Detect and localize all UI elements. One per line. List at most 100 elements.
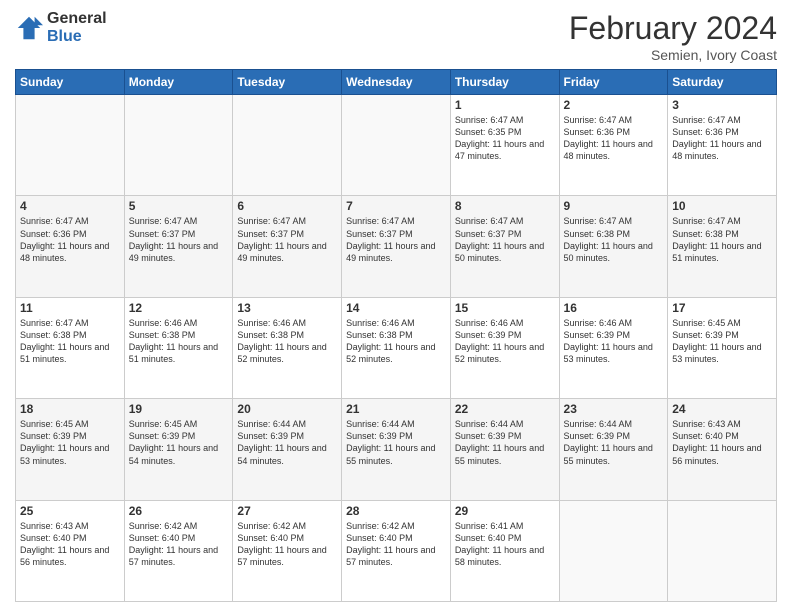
calendar-cell (668, 500, 777, 601)
col-sunday: Sunday (16, 70, 125, 95)
day-info: Sunrise: 6:44 AM Sunset: 6:39 PM Dayligh… (455, 418, 555, 467)
calendar-table: Sunday Monday Tuesday Wednesday Thursday… (15, 69, 777, 602)
day-number: 5 (129, 199, 229, 213)
calendar-cell: 2Sunrise: 6:47 AM Sunset: 6:36 PM Daylig… (559, 95, 668, 196)
calendar-cell: 21 Sunrise: 6:44 AM Sunset: 6:39 PM Dayli… (342, 399, 451, 500)
calendar-cell: 20 Sunrise: 6:44 AM Sunset: 6:39 PM Dayli… (233, 399, 342, 500)
day-number: 14 (346, 301, 446, 315)
day-info: Sunrise: 6:43 AM Sunset: 6:40 PM Dayligh… (20, 520, 120, 569)
day-number: 12 (129, 301, 229, 315)
day-info: Sunrise: 6:46 AM Sunset: 6:39 PM Dayligh… (564, 317, 664, 366)
day-number: 1 (455, 98, 555, 112)
day-info: Sunrise: 6:45 AM Sunset: 6:39 PM Dayligh… (129, 418, 229, 467)
day-number: 7 (346, 199, 446, 213)
calendar-cell: 3 Sunrise: 6:47 AM Sunset: 6:36 PM Daylig… (668, 95, 777, 196)
day-number: 24 (672, 402, 772, 416)
calendar-cell: 1Sunrise: 6:47 AM Sunset: 6:35 PM Daylig… (450, 95, 559, 196)
calendar-cell: 18 Sunrise: 6:45 AM Sunset: 6:39 PM Dayli… (16, 399, 125, 500)
day-number: 11 (20, 301, 120, 315)
calendar-cell: 27 Sunrise: 6:42 AM Sunset: 6:40 PM Dayli… (233, 500, 342, 601)
col-thursday: Thursday (450, 70, 559, 95)
day-info: Sunrise: 6:43 AM Sunset: 6:40 PM Dayligh… (672, 418, 772, 467)
calendar-cell: 14 Sunrise: 6:46 AM Sunset: 6:38 PM Dayli… (342, 297, 451, 398)
day-number: 4 (20, 199, 120, 213)
calendar-header-row: Sunday Monday Tuesday Wednesday Thursday… (16, 70, 777, 95)
calendar-week-4: 18 Sunrise: 6:45 AM Sunset: 6:39 PM Dayli… (16, 399, 777, 500)
day-number: 26 (129, 504, 229, 518)
calendar-cell: 6 Sunrise: 6:47 AM Sunset: 6:37 PM Daylig… (233, 196, 342, 297)
day-info: Sunrise: 6:45 AM Sunset: 6:39 PM Dayligh… (672, 317, 772, 366)
calendar-cell (342, 95, 451, 196)
calendar-cell (124, 95, 233, 196)
day-number: 29 (455, 504, 555, 518)
day-info: Sunrise: 6:47 AM Sunset: 6:37 PM Dayligh… (346, 215, 446, 264)
day-number: 28 (346, 504, 446, 518)
day-number: 23 (564, 402, 664, 416)
calendar-cell (16, 95, 125, 196)
day-info: Sunrise: 6:44 AM Sunset: 6:39 PM Dayligh… (237, 418, 337, 467)
calendar-cell: 12 Sunrise: 6:46 AM Sunset: 6:38 PM Dayli… (124, 297, 233, 398)
calendar-cell: 8 Sunrise: 6:47 AM Sunset: 6:37 PM Daylig… (450, 196, 559, 297)
calendar-cell: 22 Sunrise: 6:44 AM Sunset: 6:39 PM Dayli… (450, 399, 559, 500)
day-info: Sunrise: 6:47 AM Sunset: 6:36 PM Dayligh… (564, 114, 664, 163)
day-number: 16 (564, 301, 664, 315)
day-number: 13 (237, 301, 337, 315)
day-number: 9 (564, 199, 664, 213)
calendar-cell: 17Sunrise: 6:45 AM Sunset: 6:39 PM Dayli… (668, 297, 777, 398)
calendar-cell: 26 Sunrise: 6:42 AM Sunset: 6:40 PM Dayli… (124, 500, 233, 601)
calendar-cell: 15Sunrise: 6:46 AM Sunset: 6:39 PM Dayli… (450, 297, 559, 398)
day-info: Sunrise: 6:47 AM Sunset: 6:37 PM Dayligh… (455, 215, 555, 264)
day-number: 20 (237, 402, 337, 416)
day-number: 18 (20, 402, 120, 416)
calendar-week-5: 25 Sunrise: 6:43 AM Sunset: 6:40 PM Dayli… (16, 500, 777, 601)
day-info: Sunrise: 6:46 AM Sunset: 6:38 PM Dayligh… (237, 317, 337, 366)
day-number: 27 (237, 504, 337, 518)
header: General Blue February 2024 Semien, Ivory… (15, 10, 777, 63)
calendar-week-3: 11Sunrise: 6:47 AM Sunset: 6:38 PM Dayli… (16, 297, 777, 398)
calendar-cell (559, 500, 668, 601)
calendar-cell: 13 Sunrise: 6:46 AM Sunset: 6:38 PM Dayli… (233, 297, 342, 398)
calendar-week-2: 4 Sunrise: 6:47 AM Sunset: 6:36 PM Daylig… (16, 196, 777, 297)
calendar-cell: 4 Sunrise: 6:47 AM Sunset: 6:36 PM Daylig… (16, 196, 125, 297)
col-saturday: Saturday (668, 70, 777, 95)
day-info: Sunrise: 6:44 AM Sunset: 6:39 PM Dayligh… (346, 418, 446, 467)
day-info: Sunrise: 6:44 AM Sunset: 6:39 PM Dayligh… (564, 418, 664, 467)
calendar-cell: 19 Sunrise: 6:45 AM Sunset: 6:39 PM Dayli… (124, 399, 233, 500)
calendar-cell: 25 Sunrise: 6:43 AM Sunset: 6:40 PM Dayli… (16, 500, 125, 601)
col-tuesday: Tuesday (233, 70, 342, 95)
month-title: February 2024 (569, 10, 777, 47)
calendar-cell: 16 Sunrise: 6:46 AM Sunset: 6:39 PM Dayli… (559, 297, 668, 398)
day-info: Sunrise: 6:41 AM Sunset: 6:40 PM Dayligh… (455, 520, 555, 569)
calendar-cell (233, 95, 342, 196)
day-info: Sunrise: 6:42 AM Sunset: 6:40 PM Dayligh… (129, 520, 229, 569)
day-info: Sunrise: 6:47 AM Sunset: 6:36 PM Dayligh… (672, 114, 772, 163)
day-number: 3 (672, 98, 772, 112)
location: Semien, Ivory Coast (569, 47, 777, 63)
logo-icon (15, 14, 43, 42)
day-info: Sunrise: 6:47 AM Sunset: 6:38 PM Dayligh… (672, 215, 772, 264)
day-info: Sunrise: 6:45 AM Sunset: 6:39 PM Dayligh… (20, 418, 120, 467)
calendar-cell: 23 Sunrise: 6:44 AM Sunset: 6:39 PM Dayli… (559, 399, 668, 500)
day-number: 19 (129, 402, 229, 416)
logo: General Blue (15, 10, 107, 45)
day-info: Sunrise: 6:47 AM Sunset: 6:36 PM Dayligh… (20, 215, 120, 264)
day-number: 6 (237, 199, 337, 213)
header-right: February 2024 Semien, Ivory Coast (569, 10, 777, 63)
day-info: Sunrise: 6:47 AM Sunset: 6:37 PM Dayligh… (129, 215, 229, 264)
calendar-week-1: 1Sunrise: 6:47 AM Sunset: 6:35 PM Daylig… (16, 95, 777, 196)
calendar-cell: 7 Sunrise: 6:47 AM Sunset: 6:37 PM Daylig… (342, 196, 451, 297)
day-number: 22 (455, 402, 555, 416)
calendar-cell: 28Sunrise: 6:42 AM Sunset: 6:40 PM Dayli… (342, 500, 451, 601)
day-number: 8 (455, 199, 555, 213)
col-friday: Friday (559, 70, 668, 95)
calendar-cell: 10Sunrise: 6:47 AM Sunset: 6:38 PM Dayli… (668, 196, 777, 297)
day-info: Sunrise: 6:46 AM Sunset: 6:38 PM Dayligh… (346, 317, 446, 366)
day-number: 25 (20, 504, 120, 518)
day-info: Sunrise: 6:42 AM Sunset: 6:40 PM Dayligh… (237, 520, 337, 569)
day-info: Sunrise: 6:47 AM Sunset: 6:38 PM Dayligh… (564, 215, 664, 264)
day-info: Sunrise: 6:47 AM Sunset: 6:37 PM Dayligh… (237, 215, 337, 264)
day-number: 21 (346, 402, 446, 416)
logo-general-text: General (47, 10, 107, 28)
logo-text: General Blue (47, 10, 107, 45)
day-info: Sunrise: 6:46 AM Sunset: 6:38 PM Dayligh… (129, 317, 229, 366)
